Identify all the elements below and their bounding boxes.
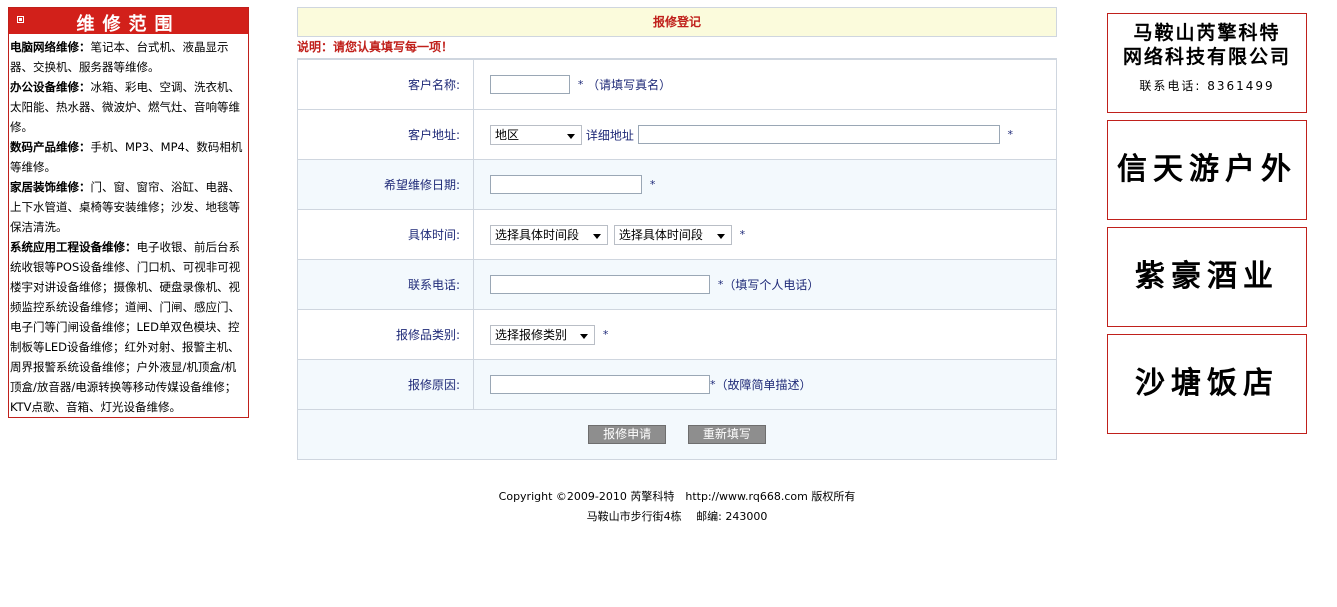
service-item: 系统应用工程设备维修：电子收银、前后台系统收银等POS设备维修、门口机、可视非可… [10,237,246,417]
detail-address-label: 详细地址 [585,128,634,142]
repair-reason-label: 报修原因: [297,359,474,410]
repair-category-cell: 选择报修类别 * [473,309,1057,360]
ad-banner-zihao[interactable]: 紫豪酒业 [1107,227,1307,327]
repair-reason-input[interactable] [490,375,710,394]
repair-category-select[interactable]: 选择报修类别 [490,324,595,345]
service-item: 家居装饰维修：门、窗、窗帘、浴缸、电器、上下水管道、桌椅等安装维修；沙发、地毯等… [10,177,246,237]
service-scope-list: 电脑网络维修：笔记本、台式机、液晶显示器、交换机、服务器等维修。 办公设备维修：… [9,34,248,417]
contact-phone-input[interactable] [490,275,710,294]
required-star: * [577,78,584,91]
contact-phone-cell: *（填写个人电话） [473,259,1057,310]
customer-name-cell: * （请填写真名） [473,59,1057,110]
service-item: 办公设备维修：冰箱、彩电、空调、洗衣机、太阳能、热水器、微波炉、燃气灶、音响等维… [10,77,246,137]
region-select[interactable]: 地区 [490,124,582,145]
repair-reason-hint: （故障简单描述） [715,378,812,392]
detail-address-input[interactable] [637,125,1000,144]
specific-time-label: 具体时间: [297,209,474,260]
ad-banner-xintianyou[interactable]: 信天游户外 [1107,120,1307,220]
customer-address-cell: 地区 详细地址 * [473,109,1057,160]
form-row-phone: 联系电话: *（填写个人电话） [297,259,1057,310]
ad2-text: 信天游户外 [1117,152,1297,187]
form-row-category: 报修品类别: 选择报修类别 * [297,309,1057,360]
repair-date-label: 希望维修日期: [297,159,474,210]
form-buttons-cell: 报修申请 重新填写 [297,409,1057,460]
customer-name-label: 客户名称: [297,59,474,110]
required-star: * [739,228,746,241]
form-note: 说明：请您认真填写每一项！ [297,37,1057,59]
time-slot-select-end[interactable]: 选择具体时间段 [613,224,732,245]
required-star: * [649,178,656,191]
contact-phone-hint: （填写个人电话） [723,278,820,292]
service-item: 电脑网络维修：笔记本、台式机、液晶显示器、交换机、服务器等维修。 [10,37,246,77]
repair-date-cell: * [473,159,1057,210]
repair-date-input[interactable] [490,175,642,194]
service-scope-header: 维修范围 [9,8,248,35]
ad1-company-line2: 网络科技有限公司 [1122,46,1291,68]
form-row-reason: 报修原因: *（故障简单描述） [297,359,1057,410]
contact-phone-label: 联系电话: [297,259,474,310]
form-title: 报修登记 [297,7,1057,37]
required-star: * [1007,128,1014,141]
ad1-company-line1: 马鞍山芮擎科特 [1133,22,1281,44]
reset-button[interactable]: 重新填写 [687,425,766,444]
service-item: 数码产品维修：手机、MP3、MP4、数码相机等维修。 [10,137,246,177]
time-slot-select-start[interactable]: 选择具体时间段 [490,224,608,245]
service-item-title: 家居装饰维修： [10,180,91,194]
customer-name-hint: （请填写真名） [587,78,672,92]
customer-name-input[interactable] [490,75,570,94]
page-footer: Copyright ©2009-2010 芮擎科特 http://www.rq6… [297,487,1057,527]
form-row-name: 客户名称: * （请填写真名） [297,59,1057,110]
copyright-line: Copyright ©2009-2010 芮擎科特 http://www.rq6… [498,490,856,503]
address-line: 马鞍山市步行街4栋 邮编: 243000 [586,510,768,523]
ad1-phone: 联系电话: 8361499 [1139,79,1275,93]
ad4-text: 沙塘饭店 [1135,366,1279,401]
form-buttons-row: 报修申请 重新填写 [297,409,1057,460]
form-table: 客户名称: * （请填写真名） 客户地址: 地区 详细地址 * 希望维修日期: … [297,59,1057,460]
customer-address-label: 客户地址: [297,109,474,160]
service-item-title: 电脑网络维修： [10,40,91,54]
service-scope-title: 维修范围 [76,14,181,35]
service-item-title: 数码产品维修： [10,140,91,154]
ad-banner-ruiqing[interactable]: 马鞍山芮擎科特 网络科技有限公司 联系电话: 8361499 [1107,13,1307,113]
ad3-text: 紫豪酒业 [1135,259,1279,294]
service-item-title: 办公设备维修： [10,80,91,94]
submit-button[interactable]: 报修申请 [588,425,667,444]
required-star: * [602,328,609,341]
form-row-date: 希望维修日期: * [297,159,1057,210]
repair-registration-form: 报修登记 说明：请您认真填写每一项！ 客户名称: * （请填写真名） 客户地址:… [297,7,1057,460]
specific-time-cell: 选择具体时间段 选择具体时间段 * [473,209,1057,260]
repair-category-label: 报修品类别: [297,309,474,360]
ad-banner-shatang[interactable]: 沙塘饭店 [1107,334,1307,434]
service-item-text: 电子收银、前后台系统收银等POS设备维修、门口机、可视非可视楼宇对讲设备维修；摄… [10,240,241,414]
form-row-time: 具体时间: 选择具体时间段 选择具体时间段 * [297,209,1057,260]
form-row-address: 客户地址: 地区 详细地址 * [297,109,1057,160]
service-scope-panel: 维修范围 电脑网络维修：笔记本、台式机、液晶显示器、交换机、服务器等维修。 办公… [8,7,249,418]
service-item-title: 系统应用工程设备维修： [10,240,137,254]
repair-reason-cell: *（故障简单描述） [473,359,1057,410]
